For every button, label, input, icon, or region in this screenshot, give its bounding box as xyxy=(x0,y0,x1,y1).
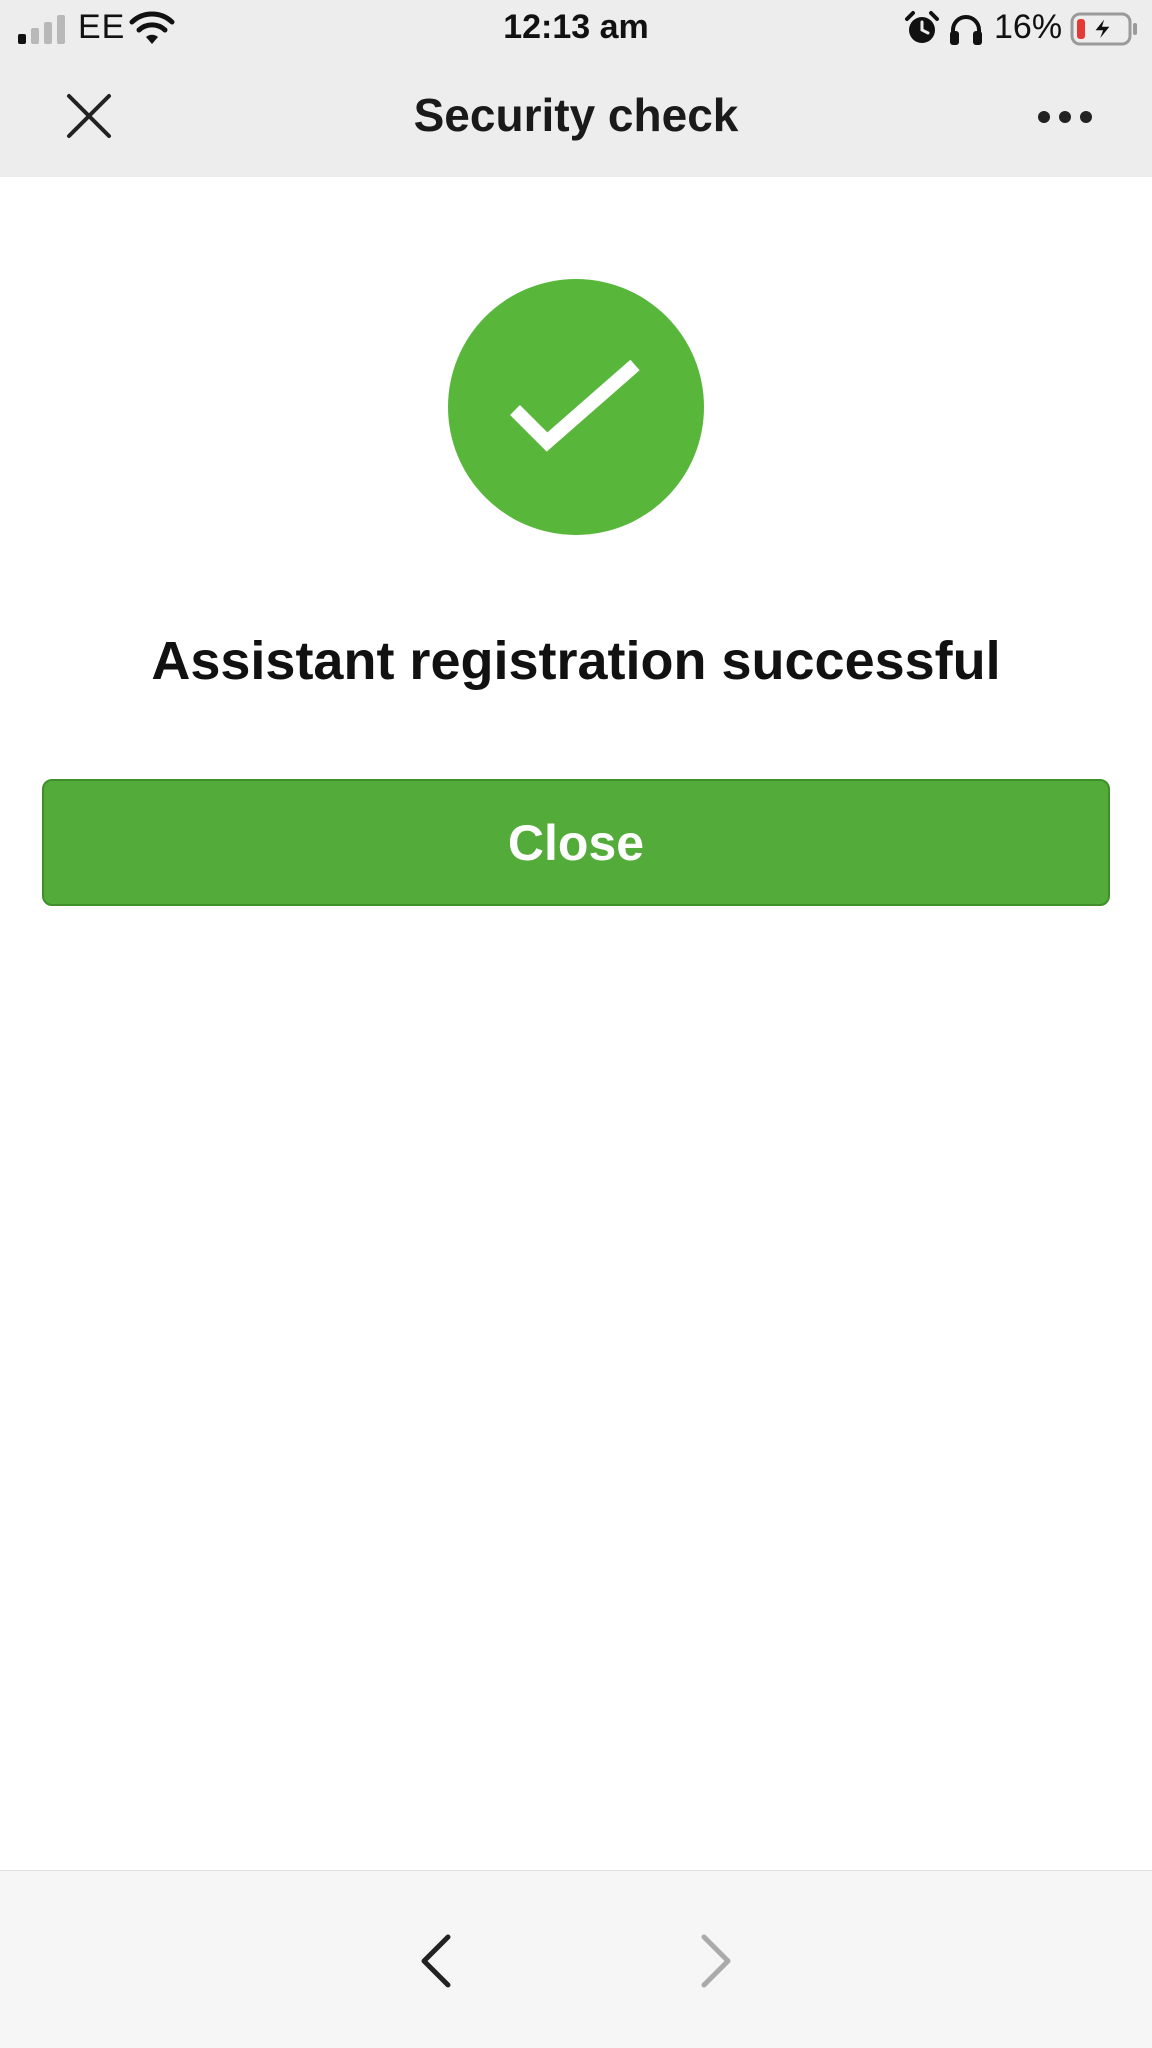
nav-bar: Security check xyxy=(0,58,1152,177)
success-badge xyxy=(448,279,704,535)
top-bar: EE 12:13 am 16% Security check xyxy=(0,0,1152,177)
status-bar: EE 12:13 am 16% xyxy=(0,0,1152,58)
bottom-toolbar xyxy=(0,1870,1152,2048)
chevron-right-icon[interactable] xyxy=(692,1931,742,1991)
more-icon[interactable] xyxy=(1030,100,1100,134)
battery-percent: 16% xyxy=(994,8,1063,46)
battery-charging-icon xyxy=(1070,12,1137,46)
close-button[interactable]: Close xyxy=(42,779,1110,906)
chevron-left-icon[interactable] xyxy=(410,1931,460,1991)
page-title: Security check xyxy=(413,89,739,141)
alarm-icon xyxy=(905,11,939,43)
checkmark-icon xyxy=(510,359,640,452)
headphones-icon xyxy=(950,15,982,45)
success-message: Assistant registration successful xyxy=(151,631,1001,691)
